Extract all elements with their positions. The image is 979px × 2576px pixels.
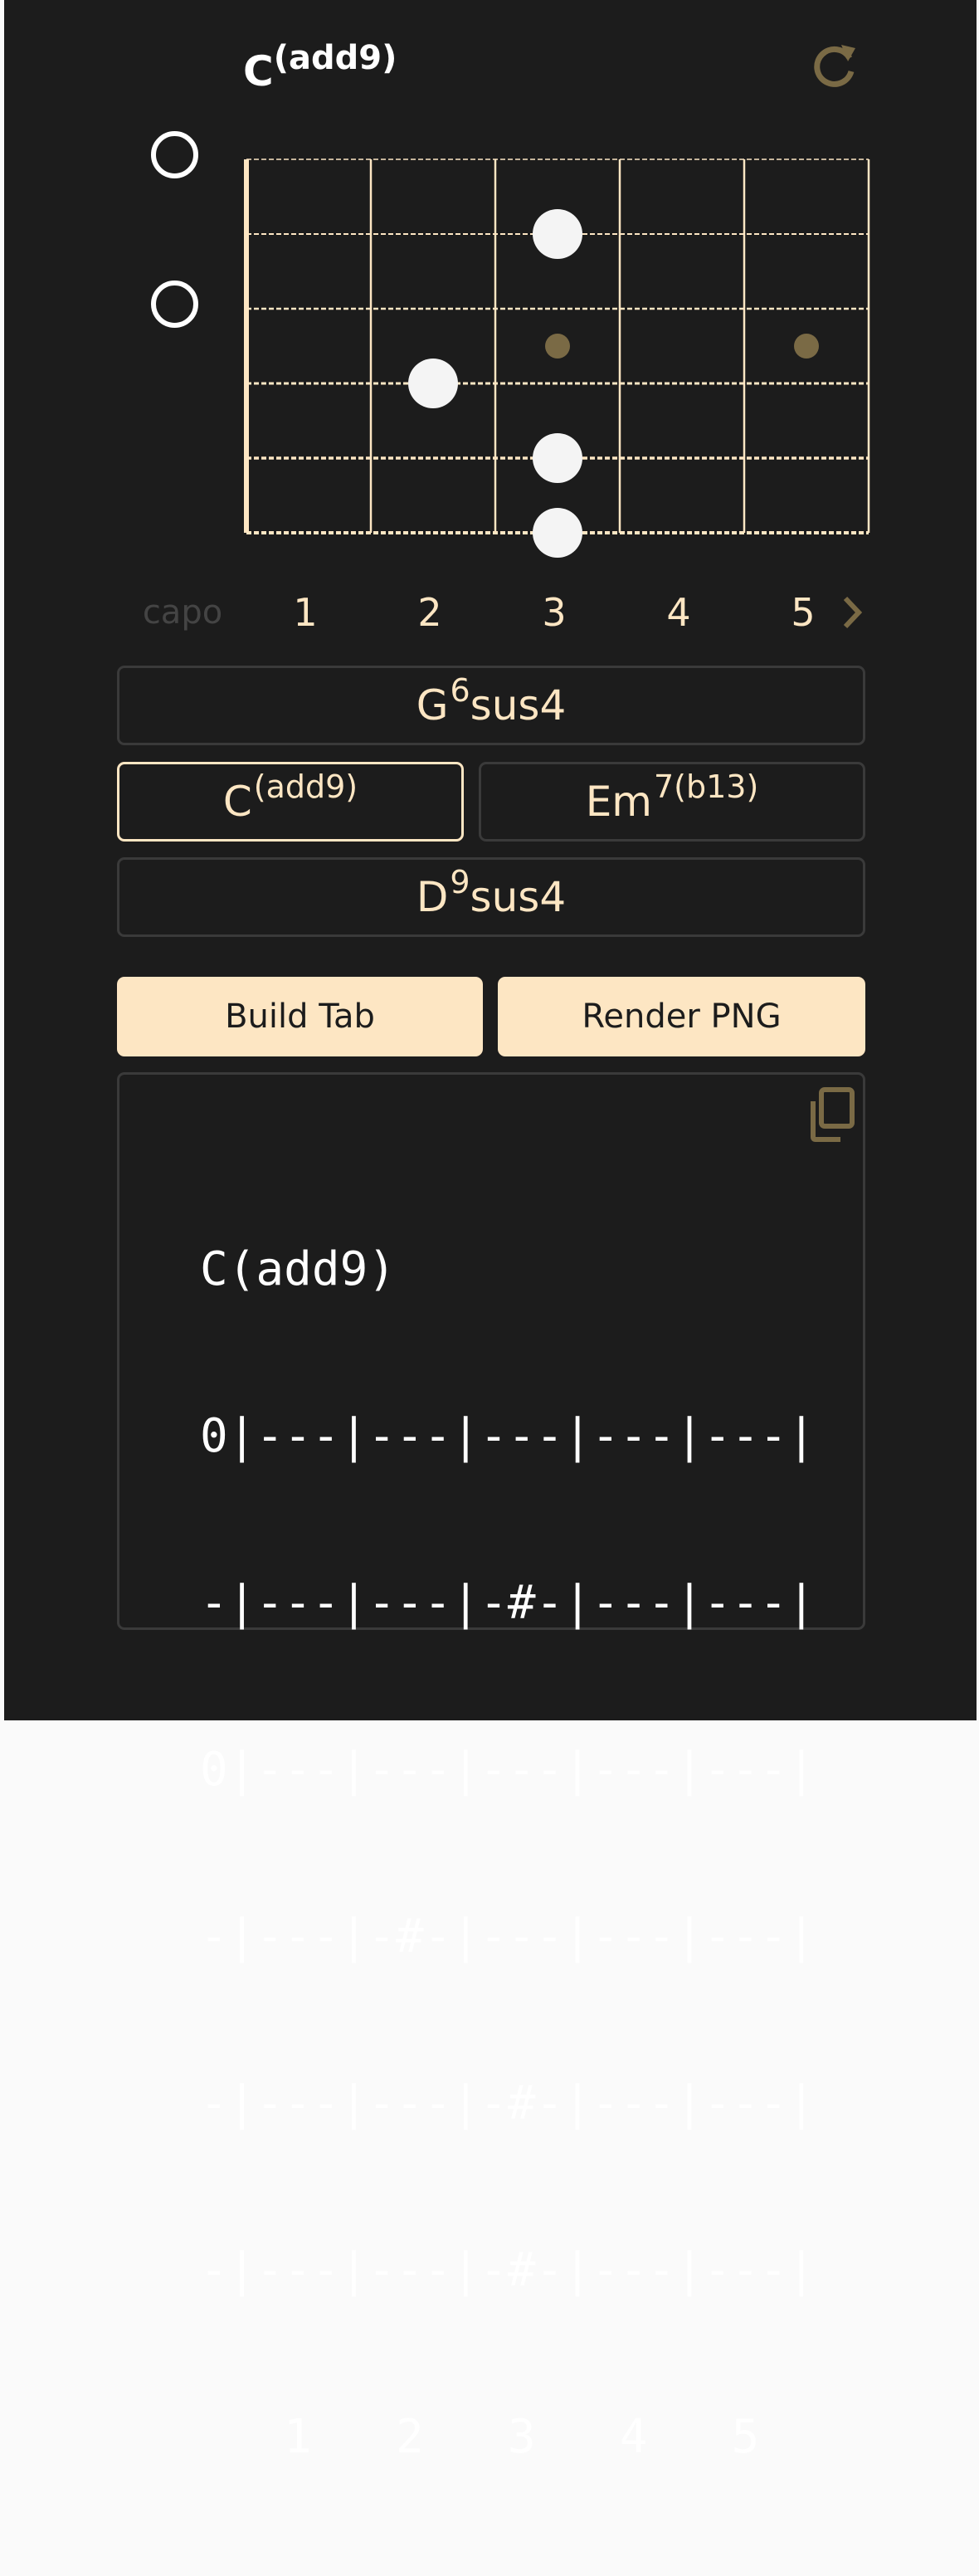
fret-number-4: 4	[666, 590, 691, 635]
render-png-button[interactable]: Render PNG	[498, 977, 865, 1056]
tab-line: 0|---|---|---|---|---|	[200, 1743, 816, 1797]
chord-suggestion-root: Em	[585, 778, 652, 826]
fret-inlay	[794, 334, 819, 359]
tab-line: -|---|-#-|---|---|---|	[200, 1910, 816, 1964]
tab-line: C(add9)	[200, 1242, 397, 1296]
fret-inlays	[545, 334, 819, 359]
chord-suggestion-sup: 6	[450, 672, 470, 709]
chord-suggestion-sup: 9	[450, 864, 470, 900]
finger-dot	[533, 209, 582, 259]
chord-suggestion-root: C	[222, 778, 252, 826]
finger-dot	[408, 359, 458, 408]
chord-suggestion-g6sus4[interactable]: G 6 sus4	[117, 666, 865, 745]
capo-button[interactable]: capo	[137, 589, 228, 636]
chord-suggestion-d9sus4[interactable]: D 9 sus4	[117, 857, 865, 937]
chord-suggestion-suffix: sus4	[470, 873, 567, 921]
fret-inlay	[545, 334, 570, 359]
chevron-right-icon[interactable]	[837, 592, 867, 633]
fret-number-5: 5	[791, 590, 816, 635]
tab-line: -|---|---|-#-|---|---|	[200, 2243, 816, 2297]
app: C(add9) capo 1 2 3 4 5 G 6 sus4 C (add9) Em…	[4, 0, 977, 2464]
fret-number-2: 2	[417, 590, 442, 635]
chord-suggestion-sup: 7(b13)	[654, 768, 759, 805]
chord-suggestion-root: D	[416, 873, 449, 921]
chord-suggestion-suffix: sus4	[470, 681, 567, 729]
tab-line: -|---|---|-#-|---|---|	[200, 1576, 816, 1630]
build-tab-button[interactable]: Build Tab	[117, 977, 483, 1056]
finger-dot	[533, 508, 582, 558]
fret-number-1: 1	[293, 590, 318, 635]
tab-line: 0|---|---|---|---|---|	[200, 1409, 816, 1463]
tab-line: 1 2 3 4 5	[200, 2410, 760, 2464]
tab-line: -|---|---|-#-|---|---|	[200, 2076, 816, 2130]
chord-suggestion-em7b13[interactable]: Em 7(b13)	[479, 762, 865, 842]
chord-suggestion-cadd9[interactable]: C (add9)	[117, 762, 464, 842]
tab-text: C(add9) 0|---|---|---|---|---| -|---|---…	[200, 1130, 816, 2576]
copy-icon[interactable]	[809, 1087, 855, 1142]
chord-suggestion-sup: (add9)	[253, 768, 358, 805]
finger-dot	[533, 433, 582, 483]
fretboard[interactable]	[4, 0, 977, 581]
fret-number-3: 3	[542, 590, 567, 635]
chord-suggestion-root: G	[416, 681, 449, 729]
